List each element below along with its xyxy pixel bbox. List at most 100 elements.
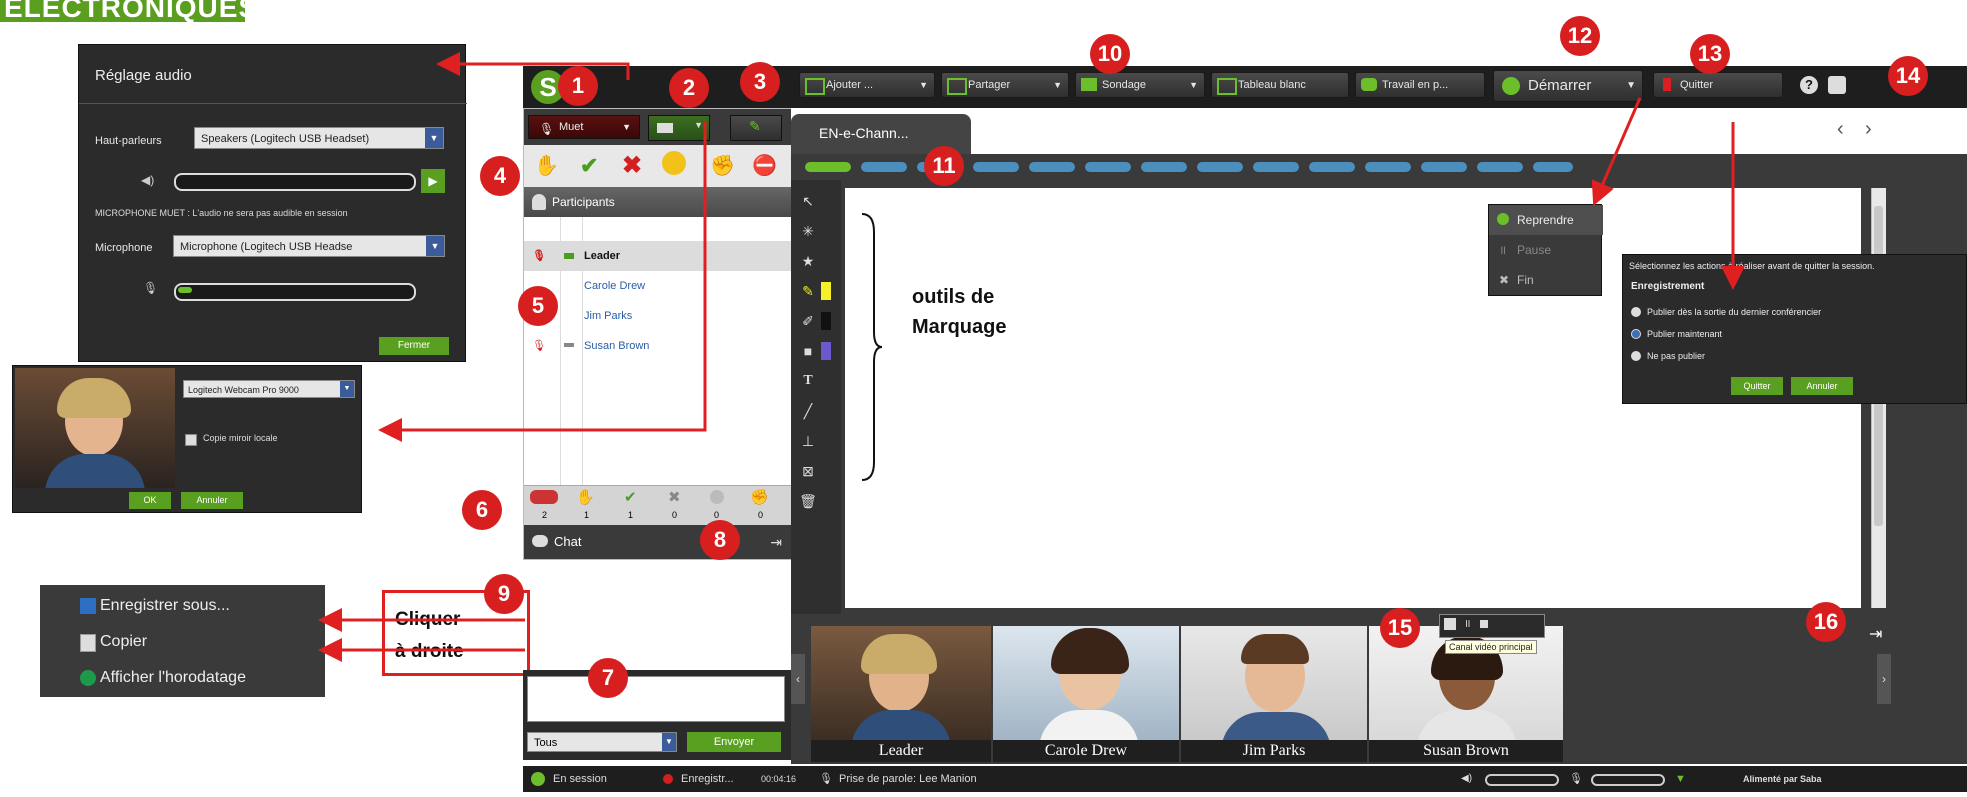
participant-row[interactable]: Carole Drew	[524, 271, 794, 301]
participant-name: Jim Parks	[584, 310, 633, 322]
start-button[interactable]: Démarrer ▼	[1493, 70, 1643, 102]
participant-row[interactable]: 🎙 Leader	[524, 241, 794, 271]
chat-send-button[interactable]: Envoyer	[687, 732, 781, 752]
pen-tool-icon[interactable]: ✐	[797, 310, 819, 332]
participants-header[interactable]: Participants	[524, 187, 792, 217]
pointer-tool-icon[interactable]: ↖	[797, 190, 819, 212]
menu-item-pause[interactable]: ॥ Pause	[1489, 235, 1603, 265]
detach-icon[interactable]: ⇥	[1869, 624, 1882, 644]
audio-close-button[interactable]: Fermer	[379, 337, 449, 355]
mirror-checkbox[interactable]	[185, 434, 197, 446]
chat-message-input[interactable]	[527, 676, 785, 722]
chevron-down-icon: ▼	[919, 80, 928, 90]
layout-icon[interactable]	[1828, 76, 1846, 94]
webcam-ok-button[interactable]: OK	[129, 492, 171, 509]
menu-item-copy[interactable]: Copier	[40, 625, 340, 659]
step-away-icon[interactable]: ⛔	[752, 153, 777, 178]
quit-confirm-button[interactable]: Quitter	[1731, 377, 1783, 395]
publish-option-radio[interactable]: Publier maintenant	[1631, 329, 1722, 339]
star-tool-icon[interactable]: ★	[797, 250, 819, 272]
poll-button[interactable]: Sondage ▼	[1075, 72, 1205, 98]
recording-status[interactable]: Enregistr...	[681, 766, 734, 792]
microphone-select[interactable]: Microphone (Logitech USB Headse ▼	[173, 235, 445, 257]
participant-row[interactable]: 🎙 Susan Brown	[524, 331, 794, 361]
page-segment[interactable]	[1029, 162, 1075, 172]
menu-item-end[interactable]: ✖ Fin	[1489, 265, 1603, 295]
page-segment-active[interactable]	[805, 162, 851, 172]
raise-hand-icon[interactable]: ✋	[534, 153, 559, 178]
share-button[interactable]: Partager ▼	[941, 72, 1069, 98]
annotate-button[interactable]: ✎	[730, 115, 782, 141]
text-tool-icon[interactable]: T	[797, 370, 819, 392]
speakers-select[interactable]: Speakers (Logitech USB Headset) ▼	[194, 127, 444, 149]
video-strip-right-arrow[interactable]: ›	[1877, 654, 1891, 704]
camera-select[interactable]: Logitech Webcam Pro 9000 ▼	[183, 380, 355, 398]
count-raise-hand: 1	[584, 510, 590, 520]
chat-header[interactable]: Chat ⇥	[524, 525, 792, 559]
pen-color-swatch[interactable]	[821, 312, 831, 330]
page-segment[interactable]	[1421, 162, 1467, 172]
callout-4: 4	[480, 156, 520, 196]
cross-icon[interactable]: ✖	[622, 151, 642, 180]
speaker-volume-slider[interactable]	[1485, 774, 1559, 786]
page-segment[interactable]	[1477, 162, 1523, 172]
highlighter-color-swatch[interactable]	[821, 282, 831, 300]
whiteboard-button[interactable]: Tableau blanc	[1211, 72, 1349, 98]
page-segment[interactable]	[973, 162, 1019, 172]
video-tile-leader[interactable]	[811, 626, 991, 744]
webcam-cancel-button[interactable]: Annuler	[181, 492, 243, 509]
speaker-volume-slider[interactable]	[174, 173, 416, 191]
mute-button[interactable]: 🎙 Muet ▼	[528, 115, 640, 139]
shape-color-swatch[interactable]	[821, 342, 831, 360]
callout-12: 12	[1560, 16, 1600, 56]
quit-button[interactable]: Quitter	[1653, 72, 1783, 98]
mic-level-slider[interactable]	[174, 283, 416, 301]
publish-option-radio[interactable]: Publier dès la sortie du dernier confére…	[1631, 307, 1821, 317]
publish-option-radio[interactable]: Ne pas publier	[1631, 351, 1705, 361]
callout-2: 2	[669, 68, 709, 108]
page-segment[interactable]	[1141, 162, 1187, 172]
applause-icon[interactable]: ✊	[710, 153, 735, 178]
mute-button-label: Muet	[559, 121, 584, 133]
page-segment[interactable]	[1365, 162, 1411, 172]
speaker-test-button[interactable]: ▶	[421, 169, 445, 193]
line-tool-icon[interactable]: ╱	[797, 400, 819, 422]
page-segment[interactable]	[1533, 162, 1573, 172]
menu-item-show-timestamp[interactable]: Afficher l'horodatage	[40, 661, 340, 695]
chat-recipient-select[interactable]: Tous ▼	[527, 732, 677, 752]
participant-row[interactable]: Jim Parks	[524, 301, 794, 331]
menu-item-save-as[interactable]: Enregistrer sous...	[40, 589, 340, 623]
quit-cancel-button[interactable]: Annuler	[1791, 377, 1853, 395]
highlighter-tool-icon[interactable]: ✎	[797, 280, 819, 302]
select-tool-icon[interactable]: ⊠	[797, 460, 819, 482]
smiley-icon[interactable]	[662, 151, 686, 175]
menu-item-end-label: Fin	[1517, 273, 1534, 287]
check-icon[interactable]: ✔	[580, 153, 598, 179]
page-segment[interactable]	[861, 162, 907, 172]
rectangle-tool-icon[interactable]: ■	[797, 340, 819, 362]
person-icon	[532, 194, 546, 210]
help-icon[interactable]: ?	[1800, 76, 1818, 94]
trash-icon[interactable]: 🗑	[797, 490, 819, 512]
stamp-tool-icon[interactable]: ⊥	[797, 430, 819, 452]
video-strip-left-arrow[interactable]: ‹	[791, 654, 805, 704]
page-segment[interactable]	[1085, 162, 1131, 172]
laser-tool-icon[interactable]: ✳	[797, 220, 819, 242]
video-tile-jim-parks[interactable]	[1181, 626, 1367, 744]
detach-icon[interactable]: ⇥	[770, 525, 782, 559]
mic-volume-slider[interactable]	[1591, 774, 1665, 786]
page-segment[interactable]	[1253, 162, 1299, 172]
video-button[interactable]: ▼	[648, 115, 710, 141]
chevron-right-icon[interactable]: ›	[1865, 118, 1872, 141]
menu-item-resume[interactable]: Reprendre	[1489, 205, 1603, 235]
chevron-left-icon[interactable]: ‹	[1837, 118, 1844, 141]
stop-icon[interactable]	[1480, 620, 1488, 628]
expand-icon[interactable]	[1444, 618, 1456, 630]
pause-icon[interactable]: ॥	[1464, 616, 1471, 631]
breakout-button[interactable]: Travail en p...	[1355, 72, 1485, 98]
video-tile-carole-drew[interactable]	[993, 626, 1179, 744]
page-segment[interactable]	[1197, 162, 1243, 172]
page-segment[interactable]	[1309, 162, 1355, 172]
add-content-icon	[805, 78, 825, 95]
add-button[interactable]: Ajouter ... ▼	[799, 72, 935, 98]
